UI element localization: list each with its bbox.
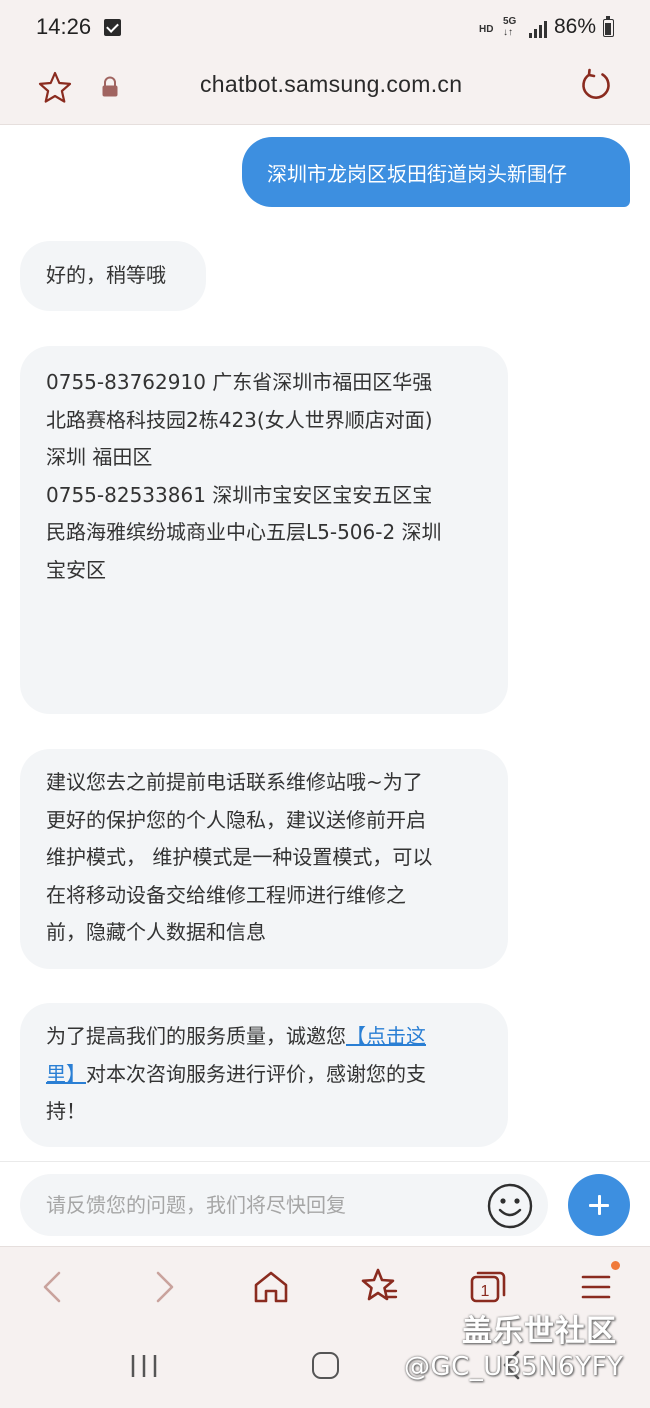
recent-apps-icon[interactable]: [130, 1354, 158, 1378]
url-text[interactable]: chatbot.samsung.com.cn: [200, 71, 462, 98]
reload-icon[interactable]: [578, 68, 614, 104]
advice-line: 维护模式， 维护模式是一种设置模式，可以: [46, 845, 433, 869]
chat-conversation[interactable]: 深圳市龙岗区坂田街道岗头新围仔 好的，稍等哦 0755-83762910 广东省…: [0, 125, 650, 1161]
lock-icon: [102, 76, 118, 97]
survey-link[interactable]: 【点击这: [346, 1024, 426, 1048]
network-type-indicator: 5G ↓↑: [503, 16, 517, 38]
bot-message-text: 好的，稍等哦: [46, 263, 166, 287]
status-time: 14:26: [36, 14, 92, 39]
status-bar: 14:26 HD 5G ↓↑ 86%: [0, 0, 650, 58]
watermark-title: 盖乐世社区: [462, 1314, 617, 1349]
add-attachment-button[interactable]: [568, 1174, 630, 1236]
checkbox-notification-icon: [104, 19, 121, 36]
watermark-handle: @GC_UB5N6YFY: [404, 1352, 624, 1382]
advice-line: 更好的保护您的个人隐私，建议送修前开启: [46, 807, 426, 832]
address-line: 宝安区: [46, 557, 106, 582]
bot-message-bubble: 好的，稍等哦: [20, 241, 206, 311]
browser-url-bar: chatbot.samsung.com.cn: [0, 58, 650, 125]
address-line: 深圳 福田区: [46, 445, 153, 469]
signal-strength-icon: [529, 21, 547, 38]
advice-line: 在将移动设备交给维修工程师进行维修之: [46, 882, 406, 907]
back-arrow-icon[interactable]: [33, 1267, 73, 1307]
bot-survey-bubble: 为了提高我们的服务质量，诚邀您【点击这 里】对本次咨询服务进行评价，感谢您的支 …: [20, 1003, 508, 1147]
bot-address-bubble: 0755-83762910 广东省深圳市福田区华强 北路赛格科技园2栋423(女…: [20, 346, 508, 714]
battery-percentage: 86%: [554, 15, 597, 38]
hd-voice-indicator: HD: [479, 24, 494, 35]
home-button-icon[interactable]: [312, 1352, 339, 1379]
bookmarks-icon[interactable]: [359, 1267, 399, 1307]
address-line: 0755-83762910 广东省深圳市福田区华强: [46, 370, 433, 394]
survey-line: 里】对本次咨询服务进行评价，感谢您的支: [46, 1056, 486, 1094]
address-line: 北路赛格科技园2栋423(女人世界顺店对面): [46, 407, 433, 432]
user-message-bubble: 深圳市龙岗区坂田街道岗头新围仔: [242, 137, 630, 207]
bookmark-star-icon[interactable]: [37, 70, 73, 106]
tabs-icon[interactable]: 1: [468, 1267, 508, 1307]
message-input[interactable]: [46, 1174, 486, 1236]
emoji-icon[interactable]: [486, 1182, 534, 1230]
message-composer: [0, 1161, 650, 1246]
survey-text: 对本次咨询服务进行评价，感谢您的支: [86, 1061, 426, 1086]
tabs-count: 1: [481, 1283, 490, 1300]
survey-line: 为了提高我们的服务质量，诚邀您【点击这: [46, 1018, 486, 1056]
battery-icon: [603, 16, 614, 37]
survey-link[interactable]: 里】: [46, 1062, 86, 1086]
home-icon[interactable]: [251, 1267, 291, 1307]
message-input-container: [20, 1174, 548, 1236]
forward-arrow-icon[interactable]: [144, 1267, 184, 1307]
survey-text: 为了提高我们的服务质量，诚邀您: [46, 1024, 346, 1048]
advice-line: 前，隐藏个人数据和信息: [46, 920, 266, 944]
advice-line: 建议您去之前提前电话联系维修站哦~为了: [46, 770, 423, 794]
menu-icon[interactable]: [577, 1267, 617, 1307]
address-line: 民路海雅缤纷城商业中心五层L5-506-2 深圳: [46, 520, 442, 544]
notification-dot: [611, 1261, 620, 1270]
bot-advice-bubble: 建议您去之前提前电话联系维修站哦~为了 更好的保护您的个人隐私，建议送修前开启 …: [20, 749, 508, 969]
address-line: 0755-82533861 深圳市宝安区宝安五区宝: [46, 482, 433, 507]
survey-line: 持！: [46, 1099, 86, 1123]
